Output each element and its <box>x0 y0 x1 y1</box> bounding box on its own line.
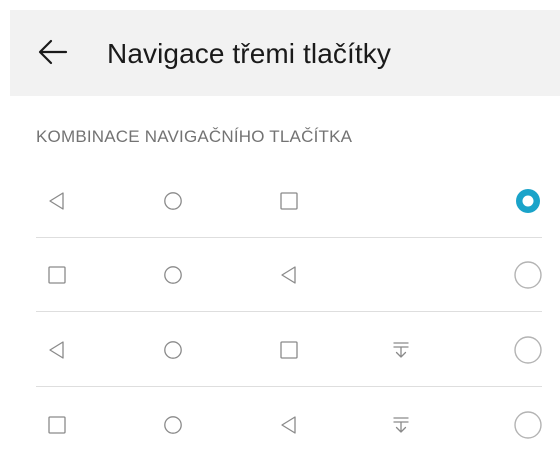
notification-drawer-icon <box>393 342 409 358</box>
nav-button-glyph <box>390 414 412 436</box>
option-row[interactable] <box>0 238 560 312</box>
radio-unselected-icon[interactable] <box>513 260 543 290</box>
back-button[interactable] <box>36 35 70 69</box>
nav-button-glyph <box>390 339 412 361</box>
recents-icon <box>280 192 298 210</box>
recents-icon <box>48 266 66 284</box>
recents-icon <box>280 341 298 359</box>
row-divider <box>36 311 542 312</box>
nav-button-glyph <box>46 190 68 212</box>
radio-selected-icon[interactable] <box>513 186 543 216</box>
page-title: Navigace třemi tlačítky <box>107 38 391 69</box>
back-icon <box>281 266 296 284</box>
nav-button-glyph <box>162 414 184 436</box>
nav-button-glyph <box>46 339 68 361</box>
back-icon <box>49 192 64 210</box>
notification-drawer-icon <box>393 417 409 433</box>
nav-button-glyph <box>278 190 300 212</box>
app-header: Navigace třemi tlačítky <box>10 10 560 96</box>
row-divider <box>36 386 542 387</box>
option-row[interactable] <box>0 313 560 387</box>
home-icon <box>164 416 182 434</box>
home-icon <box>164 192 182 210</box>
nav-button-glyph <box>162 264 184 286</box>
radio-unselected-icon[interactable] <box>513 410 543 440</box>
nav-button-glyph <box>46 264 68 286</box>
nav-button-glyph <box>162 190 184 212</box>
nav-button-glyph <box>278 339 300 361</box>
radio-unselected-icon[interactable] <box>513 335 543 365</box>
nav-button-glyph <box>278 264 300 286</box>
section-header: KOMBINACE NAVIGAČNÍHO TLAČÍTKA <box>36 127 353 146</box>
home-icon <box>164 341 182 359</box>
nav-button-glyph <box>46 414 68 436</box>
option-row[interactable] <box>0 388 560 462</box>
nav-button-glyph <box>162 339 184 361</box>
option-row[interactable] <box>0 164 560 238</box>
recents-icon <box>48 416 66 434</box>
back-icon <box>281 416 296 434</box>
home-icon <box>164 266 182 284</box>
back-icon <box>49 341 64 359</box>
nav-button-glyph <box>278 414 300 436</box>
arrow-left-icon <box>38 39 68 65</box>
